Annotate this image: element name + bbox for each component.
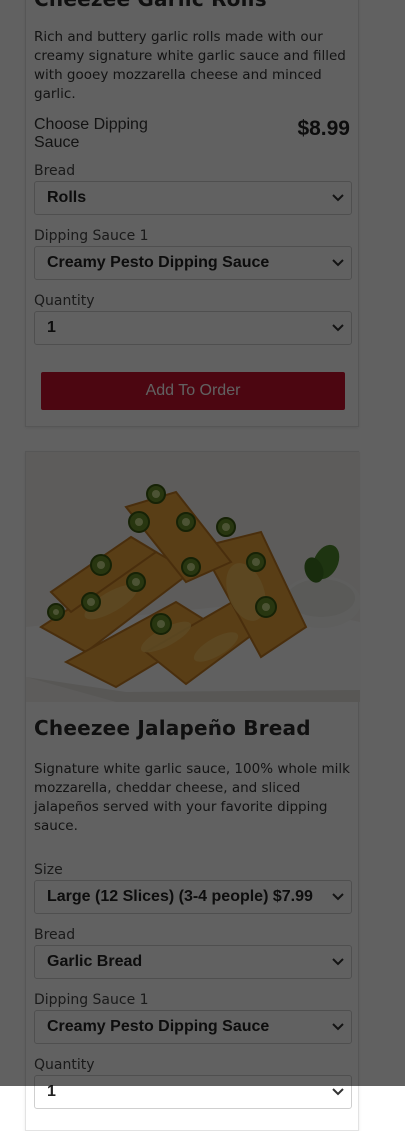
chevron-down-icon xyxy=(331,321,345,335)
chevron-down-icon xyxy=(331,191,345,205)
add-to-order-button[interactable]: Add To Order xyxy=(41,372,345,410)
size-label: Size xyxy=(34,862,63,878)
menu-item-card-jalapeno-bread: Cheezee Jalapeño Bread Signature white g… xyxy=(25,451,360,1131)
item-price: $8.99 xyxy=(297,117,350,140)
bread-select[interactable]: Rolls xyxy=(34,181,352,215)
item-description: Rich and buttery garlic rolls made with … xyxy=(34,29,346,102)
choose-dipping-sauce-label: Choose Dipping Sauce xyxy=(34,116,148,151)
quantity-label: Quantity xyxy=(34,293,95,309)
item-title: Cheezee Garlic Rolls xyxy=(34,0,267,11)
item-photo xyxy=(26,452,360,702)
select-value: Creamy Pesto Dipping Sauce xyxy=(47,1018,270,1035)
select-value: Creamy Pesto Dipping Sauce xyxy=(47,254,270,271)
chevron-down-icon xyxy=(331,955,345,969)
dipping-sauce-select[interactable]: Creamy Pesto Dipping Sauce xyxy=(34,1010,352,1044)
quantity-select[interactable]: 1 xyxy=(34,1075,352,1109)
chevron-down-icon xyxy=(331,1085,345,1099)
dipping-sauce-label: Dipping Sauce 1 xyxy=(34,992,149,1008)
select-value: Garlic Bread xyxy=(47,953,143,970)
dipping-sauce-label: Dipping Sauce 1 xyxy=(34,228,149,244)
bread-label: Bread xyxy=(34,927,76,943)
bread-select[interactable]: Garlic Bread xyxy=(34,945,352,979)
select-value: Large (12 Slices) (3-4 people) $7.99 xyxy=(47,888,313,905)
menu-item-card-garlic-rolls: Cheezee Garlic Rolls Rich and buttery ga… xyxy=(25,0,359,427)
chevron-down-icon xyxy=(331,890,345,904)
dipping-sauce-select[interactable]: Creamy Pesto Dipping Sauce xyxy=(34,246,352,280)
item-description: Signature white garlic sauce, 100% whole… xyxy=(34,761,350,834)
bread-label: Bread xyxy=(34,163,76,179)
chevron-down-icon xyxy=(331,256,345,270)
size-select[interactable]: Large (12 Slices) (3-4 people) $7.99 xyxy=(34,880,352,914)
item-title: Cheezee Jalapeño Bread xyxy=(34,716,311,740)
chevron-down-icon xyxy=(331,1020,345,1034)
select-value: Rolls xyxy=(47,189,87,206)
select-value: 1 xyxy=(47,319,56,336)
quantity-label: Quantity xyxy=(34,1057,95,1073)
quantity-select[interactable]: 1 xyxy=(34,311,352,345)
